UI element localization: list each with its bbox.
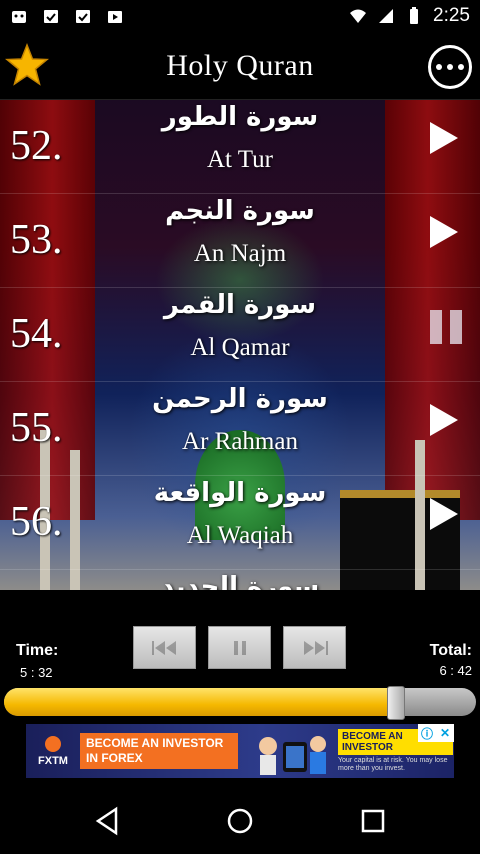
status-bar: 2:25: [0, 0, 480, 32]
seek-bar[interactable]: [4, 688, 476, 716]
pause-icon[interactable]: [430, 310, 462, 344]
ad-illustration: [238, 724, 338, 778]
back-icon[interactable]: [92, 806, 122, 836]
dot-icon: [447, 64, 453, 70]
skip-next-icon: [303, 640, 328, 655]
elapsed-time: 5 : 32: [20, 665, 53, 680]
ad-headline: BECOME AN INVESTOR IN FOREX: [80, 733, 238, 769]
surah-list[interactable]: 52. سورة الطور At Tur 53. سورة النجم An …: [0, 100, 480, 590]
more-options-button[interactable]: [428, 45, 472, 89]
task-done-icon: [44, 10, 58, 23]
time-label: Time:: [16, 642, 59, 659]
fxtm-logo: FXTM: [26, 724, 80, 778]
surah-arabic-name: سورة الطور: [161, 102, 319, 132]
pause-button[interactable]: [208, 626, 271, 669]
list-item[interactable]: سورة الحديد: [0, 570, 480, 590]
play-icon[interactable]: [428, 214, 460, 250]
list-item[interactable]: 56. سورة الواقعة Al Waqiah: [0, 476, 480, 570]
ad-close-icon[interactable]: ✕: [436, 724, 454, 742]
task-done-icon-2: [76, 10, 90, 23]
play-icon[interactable]: [428, 120, 460, 156]
skip-previous-icon: [151, 640, 176, 655]
recents-icon[interactable]: [358, 806, 388, 836]
signal-icon: [379, 9, 394, 23]
seek-bar-progress: [4, 688, 396, 716]
surah-english-name: At Tur: [206, 146, 273, 173]
ad-info-icon[interactable]: ⓘ: [418, 724, 436, 742]
list-item[interactable]: 54. سورة القمر Al Qamar: [0, 288, 480, 382]
surah-english-name: Al Waqiah: [186, 522, 294, 549]
android-notification-icon: [12, 11, 26, 23]
ad-risk-disclaimer: Your capital is at risk. You may lose mo…: [338, 757, 448, 772]
app-header: Holy Quran: [0, 32, 480, 100]
surah-english-name: An Najm: [193, 240, 287, 267]
previous-button[interactable]: [133, 626, 196, 669]
surah-english-name: Ar Rahman: [182, 428, 298, 455]
surah-arabic-name: سورة الرحمن: [152, 384, 328, 414]
surah-arabic-name: سورة الحديد: [160, 572, 320, 590]
dot-icon: [436, 64, 442, 70]
dot-icon: [458, 64, 464, 70]
surah-arabic-name: سورة النجم: [165, 196, 315, 226]
surah-arabic-name: سورة الواقعة: [153, 478, 327, 508]
home-icon[interactable]: [225, 806, 255, 836]
total-time: 6 : 42: [439, 663, 472, 678]
status-time: 2:25: [433, 5, 470, 26]
list-item[interactable]: 52. سورة الطور At Tur: [0, 100, 480, 194]
surah-english-name: Al Qamar: [190, 334, 290, 361]
list-item[interactable]: 55. سورة الرحمن Ar Rahman: [0, 382, 480, 476]
favorite-star-icon[interactable]: [4, 42, 50, 88]
wifi-icon: [350, 9, 367, 23]
media-icon: [108, 11, 122, 23]
pause-icon: [233, 640, 246, 655]
page-title: Holy Quran: [166, 48, 314, 82]
seek-bar-thumb[interactable]: [386, 686, 405, 720]
audio-player: Time: 5 : 32 Total: 6 : 42: [0, 590, 480, 724]
total-label: Total:: [429, 642, 472, 659]
play-icon[interactable]: [428, 496, 460, 532]
next-button[interactable]: [283, 626, 346, 669]
list-item[interactable]: 53. سورة النجم An Najm: [0, 194, 480, 288]
ad-banner[interactable]: FXTM BECOME AN INVESTOR IN FOREX BECOME …: [26, 724, 454, 778]
surah-arabic-name: سورة القمر: [163, 290, 317, 320]
battery-icon: [410, 7, 419, 24]
navigation-bar: [0, 790, 480, 854]
play-icon[interactable]: [428, 402, 460, 438]
